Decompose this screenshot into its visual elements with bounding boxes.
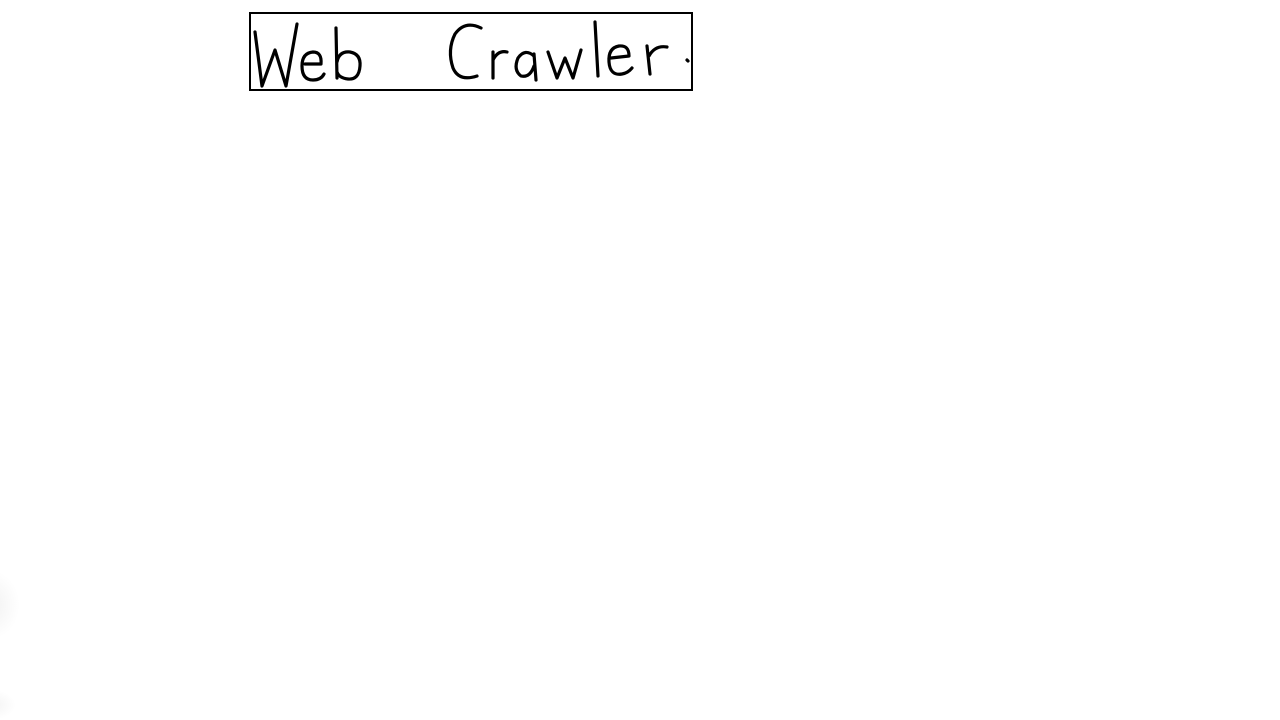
letter-r-lower — [645, 44, 669, 76]
whiteboard-canvas: Web Crawler. — [0, 0, 1280, 720]
letter-w-lower — [546, 48, 583, 80]
edge-smudge — [0, 570, 20, 640]
period-mark — [685, 58, 690, 63]
letter-l — [593, 20, 600, 78]
letter-r — [491, 50, 509, 80]
letter-e — [300, 50, 326, 82]
handwritten-title — [253, 20, 690, 88]
letter-w — [253, 22, 299, 88]
letter-c-upper — [448, 23, 483, 80]
letter-e-lower — [607, 44, 634, 76]
title-box: Web Crawler. — [249, 12, 693, 91]
letter-b — [334, 26, 362, 81]
letter-a — [514, 50, 538, 82]
edge-smudge — [0, 690, 16, 720]
